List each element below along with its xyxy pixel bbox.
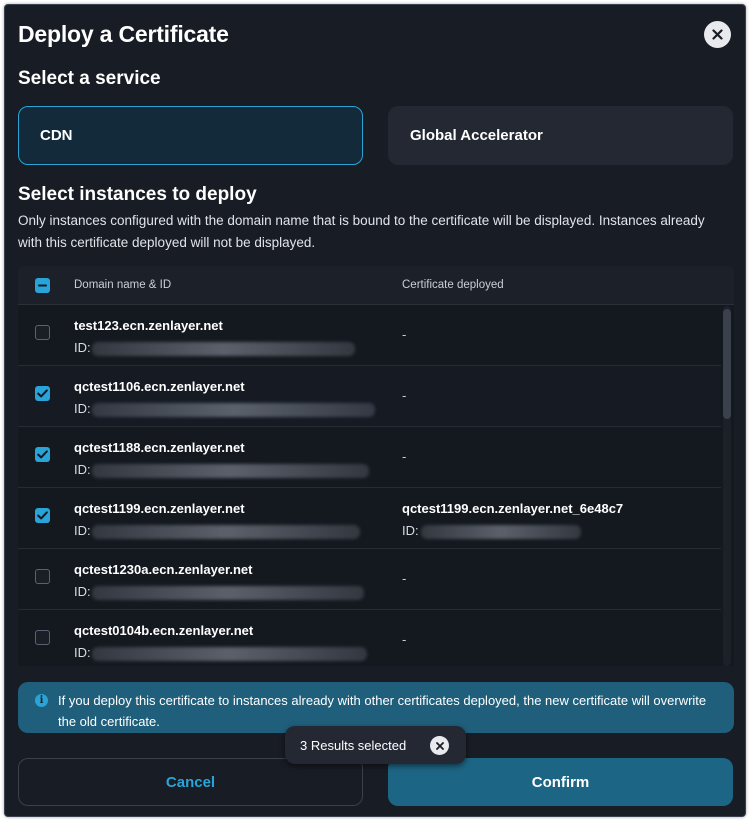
cert-deployed-name: qctest1199.ecn.zenlayer.net_6e48c7 bbox=[402, 501, 624, 516]
checkmark-icon bbox=[37, 450, 48, 459]
id-label: ID: bbox=[74, 584, 91, 599]
close-icon bbox=[435, 741, 444, 750]
row-checkbox[interactable] bbox=[35, 569, 50, 584]
redacted-id bbox=[92, 586, 364, 600]
info-icon: i bbox=[35, 694, 48, 707]
table-header: Domain name & ID Certificate deployed bbox=[18, 266, 734, 305]
domain-name: test123.ecn.zenlayer.net bbox=[74, 318, 223, 333]
select-all-checkbox[interactable] bbox=[35, 278, 50, 293]
id-label: ID: bbox=[74, 523, 91, 538]
cancel-label: Cancel bbox=[165, 773, 216, 791]
selection-toast: 3 Results selected bbox=[285, 726, 466, 764]
table-row[interactable]: qctest1199.ecn.zenlayer.net ID: qctest11… bbox=[18, 488, 721, 549]
id-label: ID: bbox=[74, 340, 91, 355]
dialog-title: Deploy a Certificate bbox=[18, 21, 229, 47]
domain-name: qctest0104b.ecn.zenlayer.net bbox=[74, 623, 254, 638]
redacted-id bbox=[92, 464, 369, 478]
checkmark-icon bbox=[37, 389, 48, 398]
clear-selection-button[interactable] bbox=[430, 736, 449, 755]
domain-name: qctest1188.ecn.zenlayer.net bbox=[74, 440, 245, 455]
service-option-cdn[interactable]: CDN bbox=[18, 106, 363, 165]
domain-name: qctest1230a.ecn.zenlayer.net bbox=[74, 562, 253, 577]
row-checkbox[interactable] bbox=[35, 447, 50, 462]
column-header-domain: Domain name & ID bbox=[74, 279, 172, 291]
row-checkbox[interactable] bbox=[35, 325, 50, 340]
notice-text: If you deploy this certificate to instan… bbox=[58, 693, 707, 729]
table-row[interactable]: qctest1230a.ecn.zenlayer.net ID: - bbox=[18, 549, 721, 610]
domain-name: qctest1106.ecn.zenlayer.net bbox=[74, 379, 245, 394]
selection-count: 3 Results selected bbox=[300, 738, 407, 753]
cert-deployed: - bbox=[402, 449, 407, 464]
table-scrollbar[interactable] bbox=[723, 306, 731, 666]
table-row[interactable]: qctest1106.ecn.zenlayer.net ID: - bbox=[18, 366, 721, 427]
id-label: ID: bbox=[74, 401, 91, 416]
cert-id-label: ID: bbox=[402, 523, 419, 538]
confirm-label: Confirm bbox=[531, 773, 590, 791]
deploy-certificate-dialog: Deploy a Certificate Select a service CD… bbox=[4, 4, 746, 817]
cert-deployed: - bbox=[402, 327, 407, 342]
close-button[interactable] bbox=[704, 21, 731, 48]
redacted-id bbox=[92, 525, 360, 539]
service-option-label: Global Accelerator bbox=[410, 127, 543, 144]
service-option-global-accelerator[interactable]: Global Accelerator bbox=[388, 106, 733, 165]
close-icon bbox=[712, 29, 723, 40]
row-checkbox[interactable] bbox=[35, 630, 50, 645]
instances-description: Only instances configured with the domai… bbox=[18, 213, 705, 250]
table-row[interactable]: qctest0104b.ecn.zenlayer.net ID: - bbox=[18, 610, 721, 666]
domain-name: qctest1199.ecn.zenlayer.net bbox=[74, 501, 245, 516]
id-label: ID: bbox=[74, 645, 91, 660]
redacted-id bbox=[92, 647, 367, 661]
cert-deployed: - bbox=[402, 632, 407, 647]
scrollbar-thumb[interactable] bbox=[723, 309, 731, 419]
select-service-heading: Select a service bbox=[18, 68, 161, 89]
select-instances-heading: Select instances to deploy bbox=[18, 184, 257, 205]
cancel-button[interactable]: Cancel bbox=[18, 758, 363, 806]
confirm-button[interactable]: Confirm bbox=[388, 758, 733, 806]
redacted-id bbox=[92, 403, 375, 417]
cert-deployed: - bbox=[402, 571, 407, 586]
id-label: ID: bbox=[74, 462, 91, 477]
service-option-label: CDN bbox=[40, 127, 73, 144]
checkmark-icon bbox=[37, 511, 48, 520]
table-row[interactable]: qctest1188.ecn.zenlayer.net ID: - bbox=[18, 427, 721, 488]
row-checkbox[interactable] bbox=[35, 508, 50, 523]
indeterminate-icon bbox=[38, 284, 47, 287]
cert-deployed: - bbox=[402, 388, 407, 403]
table-row[interactable]: test123.ecn.zenlayer.net ID: - bbox=[18, 305, 721, 366]
column-header-cert: Certificate deployed bbox=[402, 279, 504, 291]
redacted-id bbox=[92, 342, 355, 356]
instances-table: Domain name & ID Certificate deployed te… bbox=[18, 266, 734, 666]
table-body: test123.ecn.zenlayer.net ID: - qctest110… bbox=[18, 305, 734, 666]
redacted-cert-id bbox=[421, 525, 581, 539]
row-checkbox[interactable] bbox=[35, 386, 50, 401]
